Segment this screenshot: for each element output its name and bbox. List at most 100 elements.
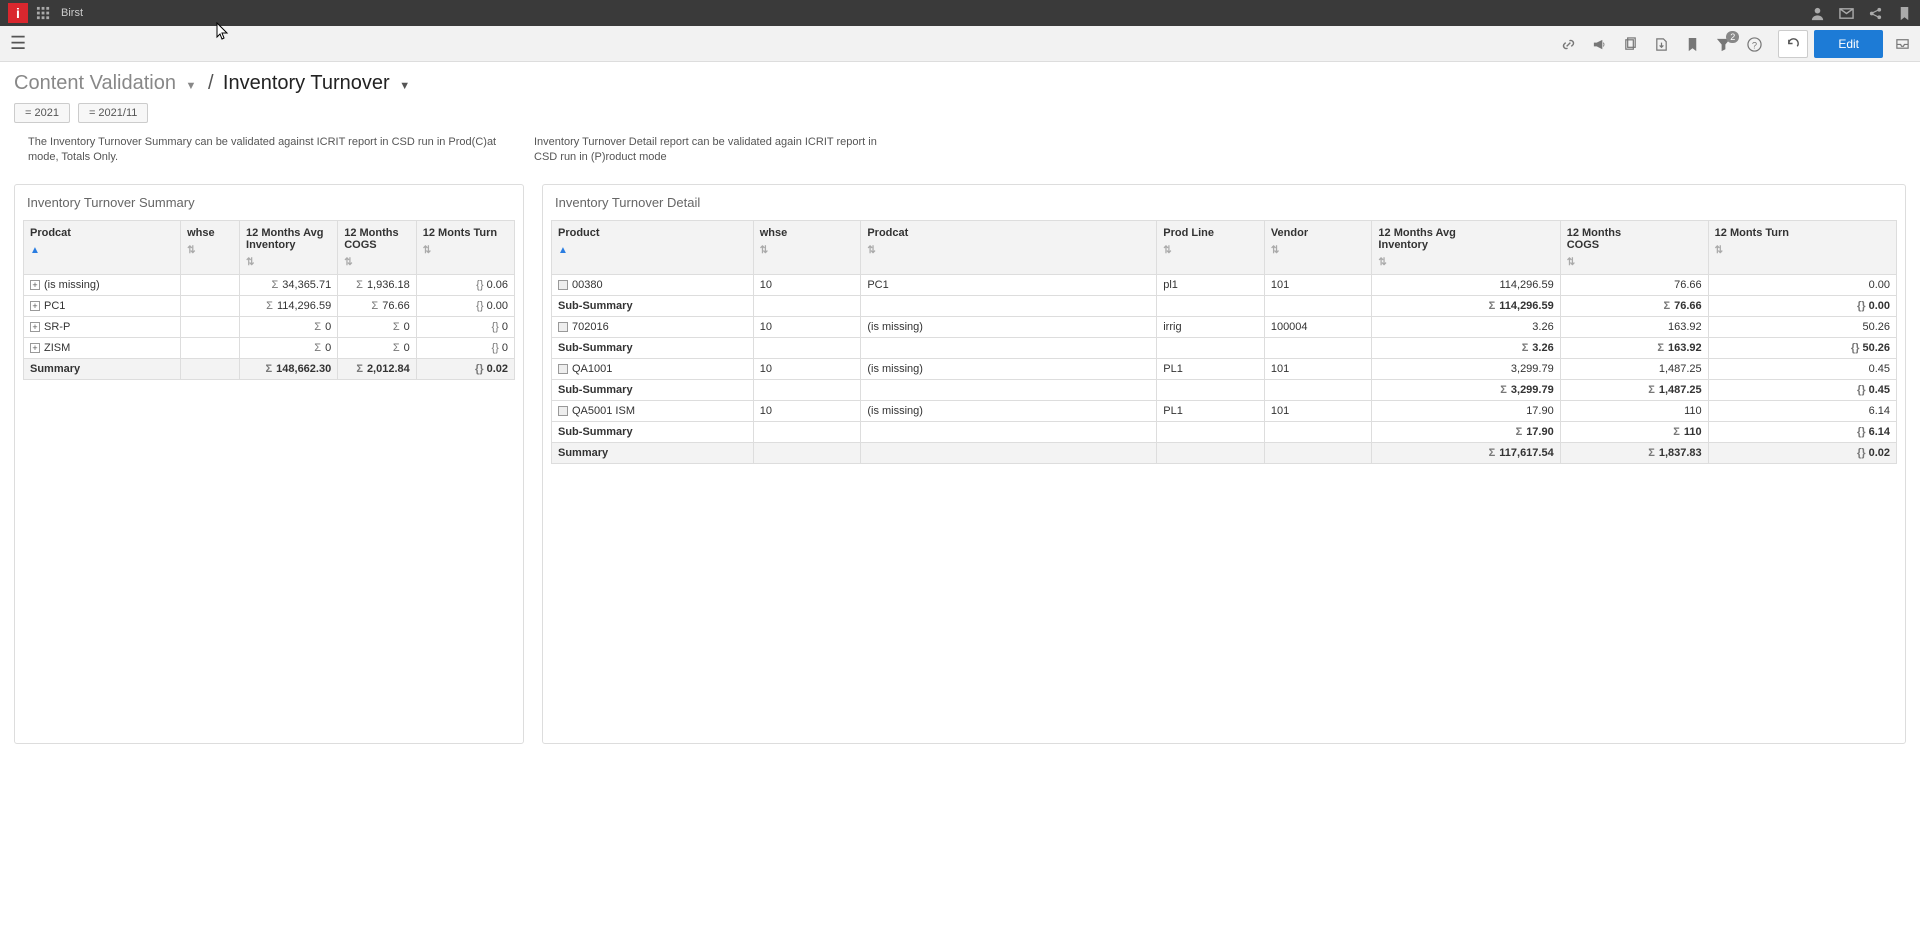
sigma-icon: Σ — [356, 363, 363, 375]
col-turn[interactable]: 12 Monts Turn⇅ — [1708, 220, 1896, 274]
sub-summary-row: Sub-SummaryΣ3,299.79Σ1,487.25{} 0.45 — [552, 379, 1897, 400]
cell-prodline: pl1 — [1157, 274, 1265, 295]
prodcat-link[interactable]: PC1 — [44, 300, 65, 312]
expand-icon[interactable]: + — [30, 280, 40, 290]
apps-grid-icon[interactable] — [36, 5, 51, 22]
col-label: 12 Monts Turn — [423, 227, 497, 239]
col-product[interactable]: Product▲ — [552, 220, 754, 274]
cell-avg-inv: Σ17.90 — [1372, 421, 1560, 442]
cell-vendor: 101 — [1264, 400, 1372, 421]
cell-cogs: Σ2,012.84 — [338, 358, 417, 379]
col-label: 12 Months COGS — [344, 227, 398, 251]
cell-whse — [181, 337, 240, 358]
caret-down-icon: ▼ — [186, 80, 197, 92]
bookmark-toolbar-icon[interactable] — [1685, 35, 1700, 52]
cell-whse: 10 — [753, 274, 861, 295]
col-whse[interactable]: whse⇅ — [181, 220, 240, 274]
app-logo[interactable]: i — [8, 3, 28, 23]
cell-whse: 10 — [753, 400, 861, 421]
collapse-icon[interactable] — [558, 364, 568, 374]
help-icon[interactable]: ? — [1747, 35, 1762, 52]
collapse-icon[interactable] — [558, 406, 568, 416]
collapse-icon[interactable] — [558, 280, 568, 290]
drawer-icon[interactable] — [1895, 35, 1910, 53]
sigma-icon: Σ — [393, 342, 400, 354]
detail-description: Inventory Turnover Detail report can be … — [532, 131, 912, 172]
refresh-button[interactable] — [1778, 30, 1808, 58]
cell-prodline: PL1 — [1157, 400, 1265, 421]
cell-turn: {} 50.26 — [1708, 337, 1896, 358]
edit-button[interactable]: Edit — [1814, 30, 1883, 58]
announce-icon[interactable] — [1592, 35, 1607, 52]
cell-vendor: 101 — [1264, 274, 1372, 295]
cell-avg-inv: 17.90 — [1372, 400, 1560, 421]
description-row: The Inventory Turnover Summary can be va… — [0, 131, 1920, 172]
prodcat-link[interactable]: ZISM — [44, 342, 70, 354]
col-prodline[interactable]: Prod Line⇅ — [1157, 220, 1265, 274]
summary-description: The Inventory Turnover Summary can be va… — [14, 131, 514, 172]
copy-icon[interactable] — [1623, 35, 1638, 52]
col-prodcat[interactable]: Prodcat⇅ — [861, 220, 1157, 274]
col-vendor[interactable]: Vendor⇅ — [1264, 220, 1372, 274]
col-prodcat[interactable]: Prodcat▲ — [24, 220, 181, 274]
col-cogs[interactable]: 12 Months COGS⇅ — [1560, 220, 1708, 274]
sort-icon: ⇅ — [867, 245, 1150, 256]
col-label: 12 Months Avg Inventory — [1378, 227, 1455, 251]
col-label: Product — [558, 227, 600, 239]
breadcrumb-workspace[interactable]: Content Validation ▼ — [14, 72, 202, 94]
sub-summary-row: Sub-SummaryΣ17.90Σ110{} 6.14 — [552, 421, 1897, 442]
sigma-icon: Σ — [314, 342, 321, 354]
expand-icon[interactable]: + — [30, 343, 40, 353]
filter-count-badge: 2 — [1726, 31, 1739, 43]
detail-table: Product▲ whse⇅ Prodcat⇅ Prod Line⇅ Vendo… — [551, 220, 1897, 464]
table-row: +ZISMΣ0Σ0{} 0 — [24, 337, 515, 358]
main-content: Inventory Turnover Summary Prodcat▲ whse… — [0, 176, 1920, 752]
expand-icon[interactable]: + — [30, 301, 40, 311]
cell-avg-inv: 3.26 — [1372, 316, 1560, 337]
brace-icon: {} — [475, 363, 484, 375]
sort-icon: ⇅ — [246, 257, 331, 268]
user-icon[interactable] — [1810, 5, 1825, 22]
sort-asc-icon: ▲ — [30, 245, 174, 256]
link-icon[interactable] — [1561, 35, 1576, 52]
sort-icon: ⇅ — [344, 257, 410, 268]
prodcat-link[interactable]: SR-P — [44, 321, 70, 333]
col-avg-inv[interactable]: 12 Months Avg Inventory⇅ — [240, 220, 338, 274]
cell-cogs: 163.92 — [1560, 316, 1708, 337]
sort-icon: ⇅ — [1567, 257, 1702, 268]
svg-text:?: ? — [1752, 40, 1757, 50]
cell-prodline: irrig — [1157, 316, 1265, 337]
cell-cogs: Σ1,487.25 — [1560, 379, 1708, 400]
breadcrumb-page[interactable]: Inventory Turnover ▼ — [223, 72, 410, 94]
filter-chip-year[interactable]: = 2021 — [14, 103, 70, 123]
cell-turn: {} 6.14 — [1708, 421, 1896, 442]
sub-summary-row: Sub-SummaryΣ3.26Σ163.92{} 50.26 — [552, 337, 1897, 358]
col-label: Prod Line — [1163, 227, 1214, 239]
sigma-icon: Σ — [371, 300, 378, 312]
sub-summary-row: Sub-SummaryΣ114,296.59Σ76.66{} 0.00 — [552, 295, 1897, 316]
logo-letter: i — [16, 5, 20, 21]
cell-sub-label: Sub-Summary — [552, 421, 754, 442]
prodcat-link[interactable]: (is missing) — [44, 279, 100, 291]
cell-product: 702016 — [552, 316, 754, 337]
mail-icon[interactable] — [1839, 5, 1854, 22]
cell-cogs: Σ0 — [338, 316, 417, 337]
cell-cogs: 110 — [1560, 400, 1708, 421]
topbar: i Birst — [0, 0, 1920, 26]
col-avg-inv[interactable]: 12 Months Avg Inventory⇅ — [1372, 220, 1560, 274]
cell-summary-label: Summary — [552, 442, 754, 463]
filter-icon[interactable]: 2 — [1716, 35, 1731, 52]
cell-prodcat: + PC1 — [24, 295, 181, 316]
expand-icon[interactable]: + — [30, 322, 40, 332]
col-turn[interactable]: 12 Monts Turn⇅ — [416, 220, 514, 274]
export-icon[interactable] — [1654, 35, 1669, 52]
bookmark-icon[interactable] — [1897, 5, 1912, 22]
share-icon[interactable] — [1868, 5, 1883, 22]
cell-vendor: 100004 — [1264, 316, 1372, 337]
cell-avg-inv: 3,299.79 — [1372, 358, 1560, 379]
filter-chip-period[interactable]: = 2021/11 — [78, 103, 148, 123]
hamburger-menu-icon[interactable]: ☰ — [10, 33, 26, 54]
col-cogs[interactable]: 12 Months COGS ⇅ — [338, 220, 417, 274]
col-whse[interactable]: whse⇅ — [753, 220, 861, 274]
collapse-icon[interactable] — [558, 322, 568, 332]
